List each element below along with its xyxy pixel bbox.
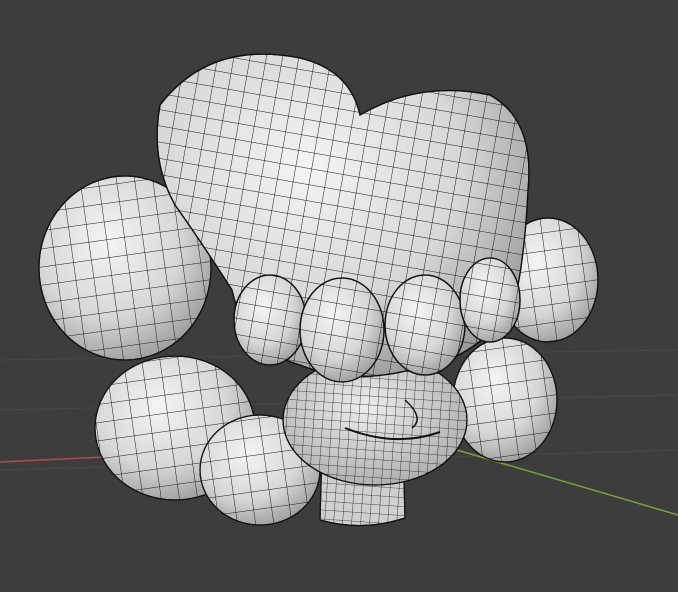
viewport-canvas <box>0 53 678 527</box>
puff-right-lower <box>452 337 558 463</box>
3d-viewport[interactable] <box>0 0 678 592</box>
fist <box>156 53 530 383</box>
y-axis-line <box>439 444 678 516</box>
